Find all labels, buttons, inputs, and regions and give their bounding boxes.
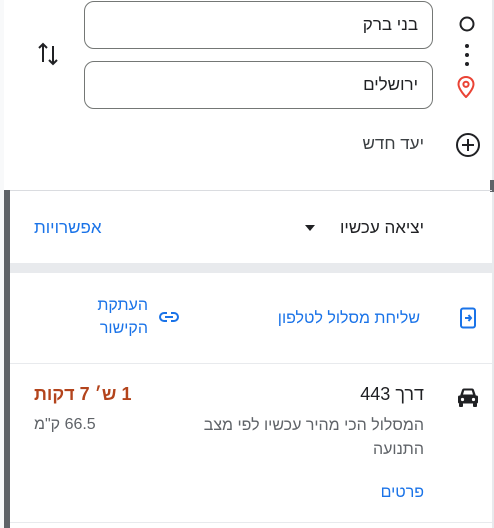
- add-destination-button[interactable]: יעד חדש: [363, 134, 424, 154]
- send-to-phone-link[interactable]: שליחת מסלול לטלפון: [278, 310, 420, 328]
- route-distance: 66.5 ק"מ: [34, 416, 96, 433]
- divider: [10, 363, 492, 364]
- section-separator: [10, 263, 492, 273]
- departure-time-dropdown[interactable]: יציאה עכשיו: [340, 218, 424, 238]
- swap-vertical-icon[interactable]: [36, 40, 60, 68]
- copy-link-button[interactable]: העתקת הקישור: [80, 294, 148, 340]
- location-pin-icon: [457, 76, 475, 98]
- link-icon[interactable]: [158, 310, 180, 324]
- vertical-dots-icon: [464, 42, 470, 68]
- panel-scroll-edge: [4, 190, 10, 528]
- send-to-device-icon[interactable]: [458, 307, 478, 329]
- options-button[interactable]: אפשרויות: [34, 218, 102, 238]
- route-description: המסלול הכי מהיר עכשיו לפי מצב התנועה: [203, 417, 424, 458]
- divider: [10, 522, 492, 523]
- circle-outline-icon: [459, 16, 475, 32]
- details-button[interactable]: פרטים: [381, 484, 424, 502]
- route-name[interactable]: דרך 443: [360, 384, 424, 405]
- origin-input[interactable]: בני ברק: [84, 1, 433, 49]
- caret-down-icon[interactable]: [304, 224, 316, 232]
- add-circle-icon[interactable]: [455, 132, 481, 158]
- destination-input[interactable]: ירושלים: [84, 61, 433, 109]
- car-icon: [455, 386, 481, 410]
- route-duration: 1 ש׳ 7 דקות: [34, 384, 132, 404]
- divider: [10, 190, 492, 191]
